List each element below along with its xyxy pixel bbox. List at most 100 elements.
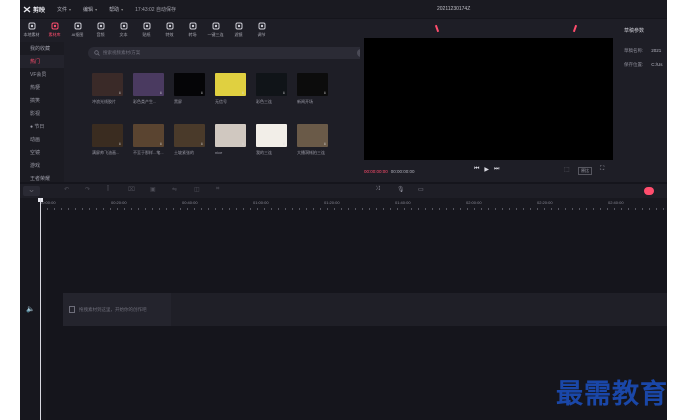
timeline-toolbar: ↶ ↷ ⫿ ⌧ ▣ ⇋ ◫ ⌗ ⤨ 🎙 ▭ — [20, 184, 667, 198]
library-item[interactable]: ⭳ 大播洞帐拍三连 — [297, 124, 328, 156]
track-mode-toggle[interactable]: ⌵ — [23, 186, 40, 196]
tool-library[interactable]: 素材库 — [43, 19, 66, 41]
menu-help[interactable]: 帮助 ▾ — [109, 6, 123, 13]
sidebar-item[interactable]: 动画 — [20, 133, 64, 146]
tool-label: 贴纸 — [142, 32, 151, 37]
library-item[interactable]: ⭳ 土坡紧张的 — [174, 124, 205, 156]
speaker-icon[interactable]: 🔈 — [26, 305, 35, 313]
library-item[interactable]: ⭳ 不至于那样...笔... — [133, 124, 164, 156]
fullscreen-icon[interactable]: ⛶ — [600, 166, 604, 173]
menu-edit[interactable]: 编辑 ▾ — [83, 6, 97, 13]
split-icon[interactable]: ⫿ — [107, 186, 109, 193]
video-player[interactable] — [364, 38, 613, 160]
ruler-tick-label: 02:20:00 — [537, 200, 553, 205]
sidebar-item[interactable]: 搞笑 — [20, 94, 64, 107]
tool-sticker[interactable]: 贴纸 — [135, 19, 158, 41]
download-icon[interactable]: ⭳ — [200, 142, 204, 146]
adjust-icon — [257, 22, 266, 30]
library-thumbnail: ⭳ — [297, 73, 328, 96]
drop-zone-text: 拖拽素材到这里，开始你的创作吧 — [79, 306, 147, 312]
library-item[interactable]: ⭳ 黑屏 — [174, 73, 205, 105]
download-icon[interactable]: ⭳ — [241, 91, 245, 95]
autosave-status: 17:43:02 自动保存 — [135, 6, 176, 13]
download-icon[interactable]: ⭳ — [282, 91, 286, 95]
sidebar-item[interactable]: 热梗 — [20, 81, 64, 94]
undo-icon[interactable]: ↶ — [64, 186, 69, 193]
library-item[interactable]: ⭳ 冲浪光线胶片 — [92, 73, 123, 105]
tool-label: 一键三连 — [207, 32, 224, 37]
draft-path-value: C:/Us — [651, 62, 663, 67]
sidebar-item[interactable]: 热门 — [20, 55, 64, 68]
library-item[interactable]: ⭳ 彩色三连 — [256, 73, 287, 105]
filter-icon — [234, 22, 243, 30]
library-item[interactable]: ⭳ nice — [215, 124, 246, 155]
main-track[interactable]: 拖拽素材到这里，开始你的创作吧 — [63, 293, 667, 326]
sidebar-item[interactable]: 我的收藏 — [20, 42, 64, 55]
ruler-tick-label: 01:40:00 — [395, 200, 411, 205]
tool-effects[interactable]: 特效 — [158, 19, 181, 41]
title-bar: 剪映 文件 ▾ 编辑 ▾ 帮助 ▾ 17:43:02 自动保存 20211230174… — [20, 0, 667, 18]
drop-zone[interactable]: 拖拽素材到这里，开始你的创作吧 — [63, 293, 171, 326]
playhead[interactable] — [40, 198, 41, 420]
play-icon[interactable]: ▶ — [484, 166, 489, 173]
tool-text[interactable]: 文本 — [112, 19, 135, 41]
tool-label: 调节 — [257, 32, 266, 37]
library-item-label: 彩色类产生... — [133, 99, 157, 104]
menu-edit-label: 编辑 — [83, 6, 94, 13]
text-icon — [119, 22, 128, 30]
link-icon[interactable]: ⤨ — [375, 186, 380, 193]
download-icon[interactable]: ⭳ — [118, 91, 122, 95]
sticker-icon — [142, 22, 151, 30]
microphone-icon[interactable]: 🎙 — [397, 186, 405, 193]
delete-icon[interactable]: ⌧ — [128, 186, 135, 193]
freeze-icon[interactable]: ▣ — [150, 186, 156, 193]
download-icon[interactable]: ⭳ — [323, 91, 327, 95]
tool-music[interactable]: 音频 — [89, 19, 112, 41]
music-icon — [96, 22, 105, 30]
sidebar-item[interactable]: 影视 — [20, 107, 64, 120]
timeline-ruler[interactable]: 00:00:00 00:20:00 00:40:00 01:00:00 01:20:00… — [20, 198, 667, 210]
aspect-icon[interactable]: ⬚ — [564, 166, 570, 173]
library-item[interactable]: ⭳ 彩色类产生... — [133, 73, 164, 105]
download-icon[interactable]: ⭳ — [323, 142, 327, 146]
library-thumbnail: ⭳ — [174, 124, 205, 147]
download-icon[interactable]: ⭳ — [282, 142, 286, 146]
download-icon[interactable]: ⭳ — [159, 91, 163, 95]
tool-transition[interactable]: 转场 — [181, 19, 204, 41]
crop-icon[interactable]: ⌗ — [216, 186, 219, 193]
download-icon[interactable]: ⭳ — [118, 142, 122, 146]
tool-adjust[interactable]: 调节 — [250, 19, 273, 41]
transition-icon — [188, 22, 197, 30]
tool-filter[interactable]: 滤镜 — [227, 19, 250, 41]
draft-params-title: 草稿参数 — [624, 28, 645, 34]
library-item[interactable]: ⭳ 新闻开场 — [297, 73, 328, 105]
download-icon[interactable]: ⭳ — [200, 91, 204, 95]
redo-icon[interactable]: ↷ — [85, 186, 90, 193]
tool-ai[interactable]: AI抠图 — [66, 19, 89, 41]
next-frame-icon[interactable]: ⏭ — [494, 166, 499, 173]
library-item[interactable]: ⭳ 我的三连 — [256, 124, 287, 156]
mirror-icon[interactable]: ◫ — [194, 186, 200, 193]
sidebar-item[interactable]: 游戏 — [20, 159, 64, 172]
tool-media[interactable]: 本地素材 — [20, 19, 43, 41]
sidebar-item[interactable]: ● 节日 — [20, 120, 64, 133]
sidebar-item[interactable]: VF会员 — [20, 68, 64, 81]
prev-frame-icon[interactable]: ⏮ — [474, 166, 479, 173]
menu-help-label: 帮助 — [109, 6, 120, 13]
download-icon[interactable]: ⭳ — [241, 142, 245, 146]
menu-file[interactable]: 文件 ▾ — [57, 6, 71, 13]
tool-label: 转场 — [188, 32, 197, 37]
sidebar-item[interactable]: 空镜 — [20, 146, 64, 159]
reverse-icon[interactable]: ⇋ — [172, 186, 177, 193]
file-icon — [69, 306, 75, 313]
tool-thumbsup[interactable]: 一键三连 — [204, 19, 227, 41]
library-item[interactable]: ⭳ 满屏帅飞油画... — [92, 124, 123, 156]
original-ratio-button[interactable]: 原比 — [578, 167, 592, 175]
ai-icon — [73, 22, 82, 30]
download-icon[interactable]: ⭳ — [159, 142, 163, 146]
library-item-label: 新闻开场 — [297, 99, 313, 104]
library-item[interactable]: ⭳ 无信号 — [215, 73, 246, 105]
search-input[interactable]: 搜索视频素材/方案 × — [88, 47, 369, 59]
preview-axis-icon[interactable]: ▭ — [418, 186, 424, 193]
record-icon[interactable] — [644, 187, 654, 195]
